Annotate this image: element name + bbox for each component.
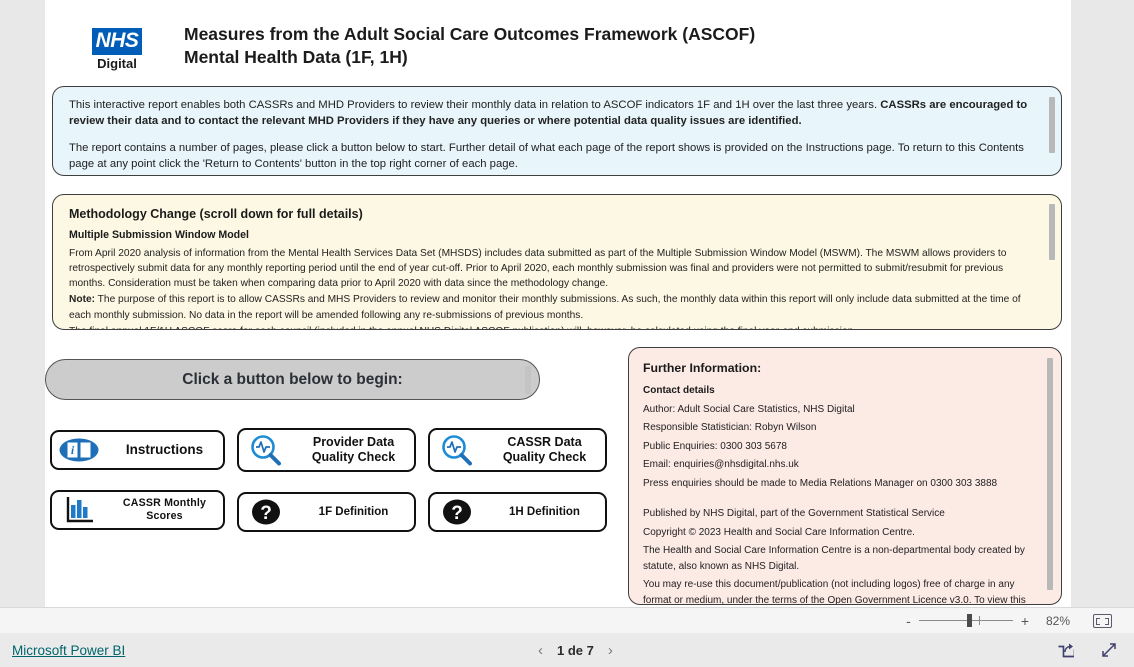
hscic-line: The Health and Social Care Information C… (643, 545, 1025, 572)
further-information-scrollbar[interactable] (1047, 358, 1053, 590)
fullscreen-icon[interactable] (1100, 641, 1118, 659)
svg-text:?: ? (260, 503, 272, 524)
further-information-body: Further Information: Contact details Aut… (629, 348, 1061, 604)
provider-data-quality-check-button[interactable]: Provider Data Quality Check (237, 428, 416, 472)
fit-to-page-icon[interactable] (1093, 613, 1112, 628)
zoom-toolbar: - + 82% (0, 607, 1134, 633)
statistician-line: Responsible Statistician: Robyn Wilson (643, 422, 817, 434)
methodology-note-label: Note: (69, 294, 96, 306)
methodology-heading: Methodology Change (scroll down for full… (69, 207, 363, 221)
intro-spacer (69, 129, 1039, 140)
instructions-button[interactable]: i Instructions (50, 430, 225, 470)
cassr-dq-line-2: Quality Check (502, 450, 587, 464)
page-title-line-1: Measures from the Adult Social Care Outc… (184, 24, 756, 44)
methodology-note: Note: The purpose of this report is to a… (69, 292, 1039, 322)
provider-dq-line-1: Provider Data (312, 434, 395, 449)
report-page-canvas: NHS Digital Measures from the Adult Soci… (45, 0, 1071, 607)
definition-1h-button[interactable]: ? 1H Definition (428, 492, 607, 532)
methodology-panel: Methodology Change (scroll down for full… (52, 194, 1062, 330)
further-information-heading: Further Information: (643, 361, 762, 375)
press-enquiries-line: Press enquiries should be made to Media … (643, 477, 998, 489)
published-by-line: Published by NHS Digital, part of the Go… (643, 508, 945, 520)
intro-paragraph-1-normal: This interactive report enables both CAS… (69, 99, 881, 111)
power-bi-report-viewer: NHS Digital Measures from the Adult Soci… (0, 0, 1134, 667)
methodology-subheading: Multiple Submission Window Model (69, 228, 249, 241)
right-gutter (1071, 0, 1134, 607)
zoom-out-button[interactable]: - (900, 613, 917, 629)
book-info-icon: i (52, 437, 106, 463)
share-icon[interactable] (1056, 641, 1076, 659)
methodology-panel-scrollbar[interactable] (1049, 204, 1055, 260)
page-navigation: ‹ 1 de 7 › (538, 642, 613, 659)
email-line: Email: enquiries@nhsdigital.nhs.uk (643, 459, 799, 471)
intro-panel-body: This interactive report enables both CAS… (53, 87, 1061, 175)
methodology-paragraph-3: The final annual 1F/1H ASCOF score for e… (69, 324, 1039, 329)
magnifier-pulse-icon (239, 434, 293, 466)
question-mark-icon: ? (239, 498, 293, 526)
methodology-note-text: The purpose of this report is to allow C… (69, 294, 1021, 321)
page-title: Measures from the Adult Social Care Outc… (184, 23, 1004, 70)
nhs-logo-subtext: Digital (97, 56, 137, 72)
zoom-slider-tick (978, 616, 980, 625)
page-indicator: 1 de 7 (557, 642, 594, 658)
definition-1f-button[interactable]: ? 1F Definition (237, 492, 416, 532)
further-information-spacer (643, 494, 1035, 506)
intro-panel: This interactive report enables both CAS… (52, 86, 1062, 176)
status-bar: Microsoft Power BI ‹ 1 de 7 › (0, 633, 1134, 667)
magnifier-pulse-icon (430, 434, 484, 466)
definition-1h-label: 1H Definition (509, 505, 580, 518)
question-mark-icon: ? (430, 498, 484, 526)
zoom-slider-thumb[interactable] (966, 614, 972, 627)
left-gutter (0, 0, 45, 607)
intro-paragraph-1: This interactive report enables both CAS… (69, 97, 1039, 129)
page-title-line-2: Mental Health Data (1F, 1H) (184, 47, 408, 68)
public-enquiries-line: Public Enquiries: 0300 303 5678 (643, 440, 787, 452)
author-line: Author: Adult Social Care Statistics, NH… (643, 403, 855, 415)
begin-banner-label: Click a button below to begin: (182, 370, 403, 388)
zoom-in-button[interactable]: + (1015, 613, 1035, 629)
previous-page-icon[interactable]: ‹ (538, 642, 543, 659)
cassr-dq-line-1: CASSR Data (507, 434, 582, 449)
zoom-slider[interactable] (918, 614, 1013, 627)
intro-paragraph-2: The report contains a number of pages, p… (69, 142, 1024, 171)
cassr-data-quality-check-label: CASSR Data Quality Check (484, 435, 605, 466)
nhs-logo-text: NHS (91, 28, 143, 56)
definition-1f-label: 1F Definition (318, 505, 389, 518)
status-bar-actions (1056, 641, 1118, 659)
intro-panel-scrollbar[interactable] (1049, 97, 1055, 153)
instructions-button-label: Instructions (125, 441, 204, 457)
zoom-level-label: 82% (1045, 613, 1071, 628)
report-header: NHS Digital Measures from the Adult Soci… (45, 0, 1071, 80)
cassr-monthly-scores-label: CASSR Monthly Scores (122, 497, 207, 522)
svg-text:?: ? (451, 503, 463, 524)
methodology-paragraph-1: From April 2020 analysis of information … (69, 248, 1007, 290)
methodology-panel-body: Methodology Change (scroll down for full… (53, 195, 1061, 329)
further-information-panel: Further Information: Contact details Aut… (628, 347, 1062, 605)
reuse-text-part-1: You may re-use this document/publication… (643, 579, 1026, 605)
bar-chart-icon (52, 495, 106, 525)
copyright-line: Copyright © 2023 Health and Social Care … (643, 526, 915, 538)
provider-data-quality-check-label: Provider Data Quality Check (293, 435, 414, 466)
contact-details-heading: Contact details (643, 385, 715, 397)
provider-dq-line-2: Quality Check (311, 450, 396, 464)
reuse-line: You may re-use this document/publication… (643, 577, 1035, 605)
cassr-monthly-scores-button[interactable]: CASSR Monthly Scores (50, 490, 225, 530)
cassr-data-quality-check-button[interactable]: CASSR Data Quality Check (428, 428, 607, 472)
next-page-icon[interactable]: › (608, 642, 613, 659)
nhs-digital-logo: NHS Digital (83, 28, 151, 71)
begin-banner-scrollbar[interactable] (525, 366, 531, 394)
begin-banner: Click a button below to begin: (45, 359, 540, 400)
microsoft-power-bi-link[interactable]: Microsoft Power BI (12, 643, 125, 658)
